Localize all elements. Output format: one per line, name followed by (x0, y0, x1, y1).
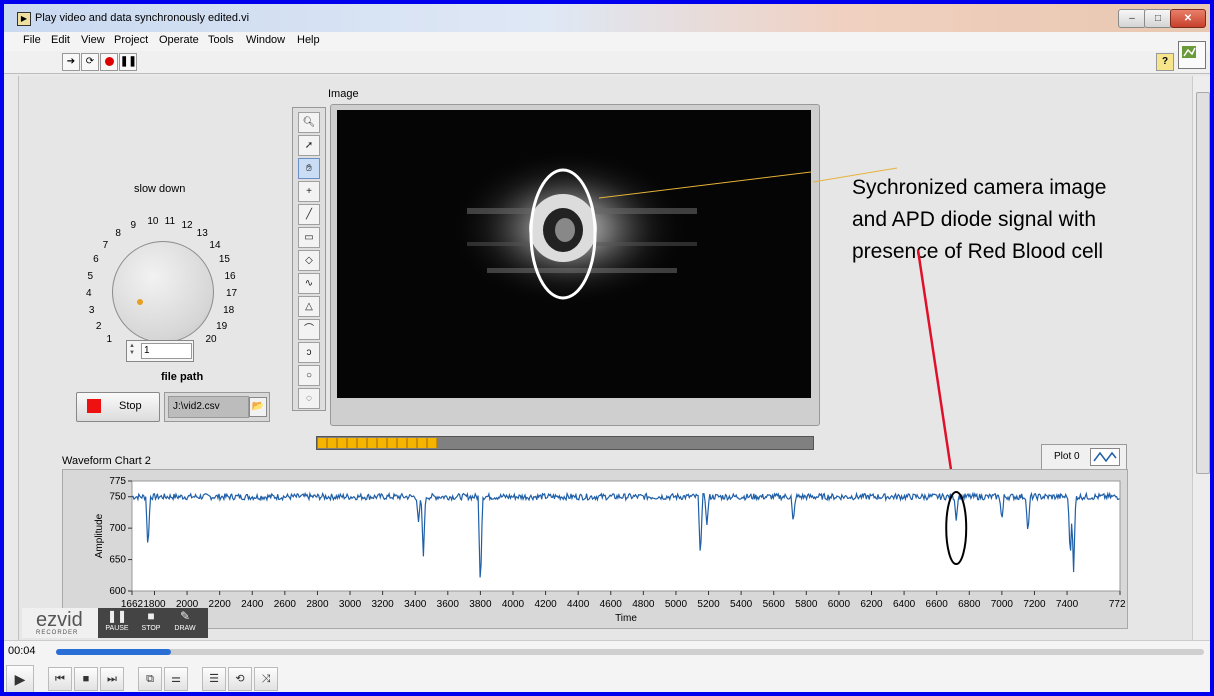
recorder-stop-label: STOP (141, 625, 161, 632)
x-tick-label: 6200 (860, 599, 883, 610)
window-icon[interactable]: ⧉ (138, 667, 162, 691)
x-tick-label: 5200 (697, 599, 720, 610)
x-tick-label: 5000 (665, 599, 688, 610)
stop-icon: ■ (147, 609, 155, 623)
x-tick-label: 7200 (1023, 599, 1046, 610)
ezvid-logo: ezvid RECORDER (22, 608, 98, 638)
x-tick-label: 6400 (893, 599, 916, 610)
ezvid-logo-text: ezvid (36, 609, 83, 631)
rewind-icon[interactable]: ⏮ (48, 667, 72, 691)
recorder-pause-label: PAUSE (105, 625, 129, 632)
x-tick-label: 4200 (534, 599, 557, 610)
stop-icon[interactable]: ■ (74, 667, 98, 691)
y-tick-label: 650 (109, 555, 126, 566)
x-tick-label: 3800 (469, 599, 492, 610)
x-tick-label: 5800 (795, 599, 818, 610)
x-axis-label: Time (615, 613, 637, 624)
x-tick-label: 3000 (339, 599, 362, 610)
recorder-stop-button[interactable]: ■ STOP (134, 608, 168, 638)
x-tick-label: 5400 (730, 599, 753, 610)
plot-legend[interactable]: Plot 0 (1041, 444, 1127, 470)
x-tick-label: 4800 (632, 599, 655, 610)
pause-icon: ❚❚ (106, 609, 128, 623)
x-tick-label: 5600 (763, 599, 786, 610)
player-time: 00:04 (8, 645, 36, 657)
fast-forward-icon[interactable]: ⏭ (100, 667, 124, 691)
x-tick-label: 6800 (958, 599, 981, 610)
labview-window: ▶ Play video and data synchronously edit… (4, 4, 1210, 692)
x-tick-label: 2800 (306, 599, 329, 610)
chart-label: Waveform Chart 2 (62, 455, 151, 467)
media-player-bar: 00:04 ▶ ⏮ ■ ⏭ ⧉ ⚌ ☰ ⟲ ⤨ (4, 640, 1210, 692)
player-seek-bar[interactable] (56, 649, 1204, 655)
y-tick-label: 600 (109, 586, 126, 597)
x-tick-label: 7725 (1109, 599, 1126, 610)
x-tick-label: 4000 (502, 599, 525, 610)
ezvid-recorder: ezvid RECORDER ❚❚ PAUSE ■ STOP ✎ DRAW (22, 608, 208, 638)
y-tick-label: 775 (109, 476, 126, 487)
x-tick-label: 3600 (437, 599, 460, 610)
plot-legend-swatch (1090, 448, 1120, 466)
x-tick-label: 7000 (991, 599, 1014, 610)
x-tick-label: 3200 (372, 599, 395, 610)
recorder-pause-button[interactable]: ❚❚ PAUSE (100, 608, 134, 638)
playlist-icon[interactable]: ☰ (202, 667, 226, 691)
x-tick-label: 2600 (274, 599, 297, 610)
y-tick-label: 700 (109, 523, 126, 534)
x-tick-label: 4600 (600, 599, 623, 610)
waveform-chart[interactable]: 7757507006506001662 1800 2000 2200 2400 2600 2… (62, 469, 1126, 627)
x-tick-label: 6600 (926, 599, 949, 610)
plot-legend-label: Plot 0 (1054, 451, 1080, 462)
ezvid-logo-sub: RECORDER (36, 630, 79, 636)
player-seek-fill (56, 649, 171, 655)
red-pointer-arrow (916, 249, 955, 484)
x-tick-label: 6000 (828, 599, 851, 610)
x-tick-label: 4400 (567, 599, 590, 610)
equalizer-icon[interactable]: ⚌ (164, 667, 188, 691)
shuffle-icon[interactable]: ⤨ (254, 667, 278, 691)
x-tick-label: 2400 (241, 599, 264, 610)
y-tick-label: 750 (109, 492, 126, 503)
recorder-draw-label: DRAW (174, 625, 196, 632)
pen-icon: ✎ (179, 609, 191, 623)
yellow-pointer-line (812, 167, 898, 183)
play-icon[interactable]: ▶ (6, 665, 34, 692)
y-axis-label: Amplitude (94, 513, 105, 558)
recorder-draw-button[interactable]: ✎ DRAW (168, 608, 202, 638)
x-tick-label: 3400 (404, 599, 427, 610)
x-tick-label: 2200 (209, 599, 232, 610)
x-tick-label: 7400 (1056, 599, 1079, 610)
repeat-icon[interactable]: ⟲ (228, 667, 252, 691)
